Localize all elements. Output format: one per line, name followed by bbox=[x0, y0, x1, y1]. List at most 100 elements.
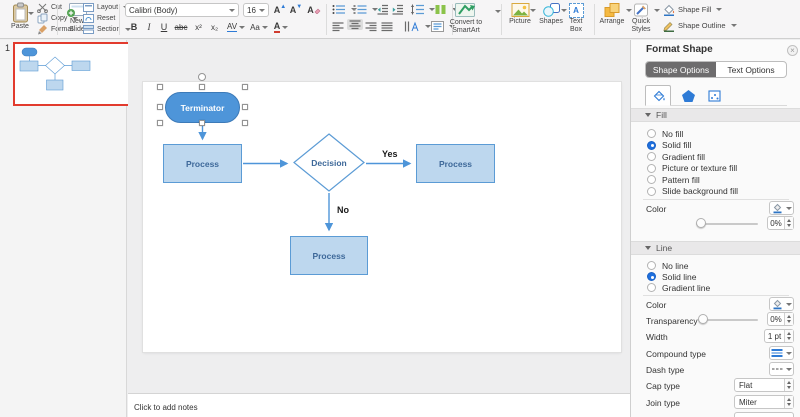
selection-handle[interactable] bbox=[242, 104, 248, 110]
eraser-icon bbox=[314, 7, 321, 14]
line-color-button[interactable] bbox=[769, 297, 794, 311]
divider bbox=[643, 295, 789, 296]
arrange-icon bbox=[603, 2, 621, 18]
tab-fill-and-line[interactable] bbox=[645, 85, 671, 106]
align-right-button[interactable] bbox=[365, 21, 377, 32]
quick-styles-button[interactable]: QuickStyles bbox=[627, 2, 655, 34]
align-left-button[interactable] bbox=[332, 21, 344, 32]
cut-button[interactable]: Cut bbox=[37, 2, 62, 13]
grow-font-button[interactable]: A▲ bbox=[273, 3, 287, 17]
change-case-button[interactable]: Aa bbox=[249, 20, 269, 34]
slide-canvas[interactable]: Terminator Process Decision Process Proc… bbox=[143, 82, 621, 352]
convert-smartart-button[interactable]: Convert toSmartArt bbox=[440, 2, 492, 35]
stepper-icon[interactable] bbox=[784, 330, 793, 342]
stepper-icon[interactable] bbox=[784, 379, 793, 391]
compound-type-button[interactable] bbox=[769, 346, 794, 360]
selection-handle[interactable] bbox=[199, 84, 205, 90]
ribbon-separator bbox=[119, 4, 120, 35]
fill-section-header[interactable]: Fill bbox=[631, 108, 800, 122]
stepper-icon[interactable] bbox=[784, 217, 793, 229]
notes-pane[interactable]: Click to add notes bbox=[128, 393, 630, 417]
terminator-shape[interactable]: Terminator bbox=[165, 92, 240, 123]
radio-slide-background-fill[interactable]: Slide background fill bbox=[647, 186, 738, 197]
slide-thumbnail[interactable] bbox=[13, 42, 132, 106]
radio-no-line[interactable]: No line bbox=[647, 260, 688, 271]
reset-button[interactable]: Reset bbox=[83, 13, 115, 24]
shape-outline-button[interactable]: Shape Outline bbox=[662, 20, 737, 31]
picture-button[interactable]: Picture bbox=[505, 2, 535, 26]
shape-fill-button[interactable]: Shape Fill bbox=[662, 4, 722, 15]
outline-pen-icon bbox=[662, 20, 675, 32]
tab-effects[interactable] bbox=[675, 85, 701, 106]
stepper-icon[interactable] bbox=[784, 313, 793, 325]
rotation-handle[interactable] bbox=[198, 73, 206, 81]
radio-icon bbox=[647, 261, 656, 270]
radio-solid-fill[interactable]: Solid fill bbox=[647, 140, 691, 151]
dash-dropdown-icon bbox=[786, 368, 792, 371]
process-shape-right[interactable]: Process bbox=[416, 144, 495, 183]
subscript-button[interactable]: x₂ bbox=[207, 20, 222, 34]
tab-shape-options[interactable]: Shape Options bbox=[646, 62, 716, 77]
fill-color-button[interactable] bbox=[769, 201, 794, 215]
clear-formatting-button[interactable]: A bbox=[306, 3, 322, 17]
compound-type-label: Compound type bbox=[646, 349, 706, 359]
superscript-button[interactable]: x² bbox=[191, 20, 206, 34]
process-shape-bottom[interactable]: Process bbox=[290, 236, 368, 275]
radio-no-fill[interactable]: No fill bbox=[647, 128, 683, 139]
arrange-button[interactable]: Arrange bbox=[597, 2, 627, 26]
increase-indent-button[interactable] bbox=[392, 4, 404, 15]
selection-handle[interactable] bbox=[242, 84, 248, 90]
underline-button[interactable]: U bbox=[158, 20, 170, 34]
strikethrough-button[interactable]: abc bbox=[172, 20, 190, 34]
section-button[interactable]: Section bbox=[83, 24, 131, 35]
radio-gradient-line[interactable]: Gradient line bbox=[647, 282, 710, 293]
cap-type-label: Cap type bbox=[646, 381, 680, 391]
radio-picture-texture-fill[interactable]: Picture or texture fill bbox=[647, 163, 737, 174]
bold-button[interactable]: B bbox=[128, 20, 140, 34]
align-center-button[interactable] bbox=[347, 19, 363, 30]
font-color-button[interactable]: A bbox=[271, 20, 291, 34]
join-type-select[interactable]: Miter bbox=[734, 395, 794, 409]
selection-handle[interactable] bbox=[157, 120, 163, 126]
font-size-select[interactable]: 16 bbox=[243, 3, 269, 17]
line-spacing-button[interactable] bbox=[410, 4, 435, 15]
fill-transparency-value[interactable]: 0% bbox=[767, 216, 794, 230]
shrink-font-button[interactable]: A▼ bbox=[289, 3, 303, 17]
line-width-value[interactable]: 1 pt bbox=[764, 329, 794, 343]
slide-thumbnail-panel: 1 bbox=[0, 40, 127, 417]
slider-thumb[interactable] bbox=[698, 314, 708, 324]
selection-handle[interactable] bbox=[157, 84, 163, 90]
justify-button[interactable] bbox=[381, 21, 393, 32]
selection-handle[interactable] bbox=[157, 104, 163, 110]
tab-size-properties[interactable] bbox=[701, 85, 727, 106]
line-section-header[interactable]: Line bbox=[631, 241, 800, 255]
selection-handle[interactable] bbox=[242, 120, 248, 126]
line-transparency-slider[interactable] bbox=[698, 313, 758, 326]
radio-gradient-fill[interactable]: Gradient fill bbox=[647, 151, 705, 162]
process-shape-top[interactable]: Process bbox=[163, 144, 242, 183]
decrease-indent-button[interactable] bbox=[377, 4, 389, 15]
tab-text-options[interactable]: Text Options bbox=[716, 62, 786, 77]
font-name-select[interactable]: Calibri (Body) bbox=[125, 3, 239, 17]
radio-pattern-fill[interactable]: Pattern fill bbox=[647, 174, 700, 185]
format-brush-icon bbox=[37, 24, 48, 35]
slider-thumb[interactable] bbox=[696, 218, 706, 228]
bullet-list-icon bbox=[332, 4, 346, 15]
slide-editing-area[interactable]: Terminator Process Decision Process Proc… bbox=[128, 40, 630, 393]
layout-button[interactable]: Layout bbox=[83, 2, 129, 13]
line-transparency-value[interactable]: 0% bbox=[767, 312, 794, 326]
character-spacing-button[interactable]: AV bbox=[225, 20, 247, 34]
text-box-button[interactable]: A TextBox bbox=[562, 2, 590, 34]
italic-button[interactable]: I bbox=[143, 20, 155, 34]
paste-dropdown-icon[interactable] bbox=[28, 12, 34, 15]
cap-type-select[interactable]: Flat bbox=[734, 378, 794, 392]
text-direction-button[interactable] bbox=[404, 21, 431, 32]
paste-button[interactable]: Paste bbox=[3, 2, 37, 31]
selection-handle[interactable] bbox=[199, 120, 205, 126]
numbering-button[interactable] bbox=[353, 4, 378, 15]
dash-type-button[interactable] bbox=[769, 362, 794, 376]
radio-solid-line[interactable]: Solid line bbox=[647, 271, 697, 282]
close-icon[interactable]: × bbox=[787, 45, 798, 56]
stepper-icon[interactable] bbox=[784, 396, 793, 408]
fill-transparency-slider[interactable] bbox=[696, 217, 758, 230]
